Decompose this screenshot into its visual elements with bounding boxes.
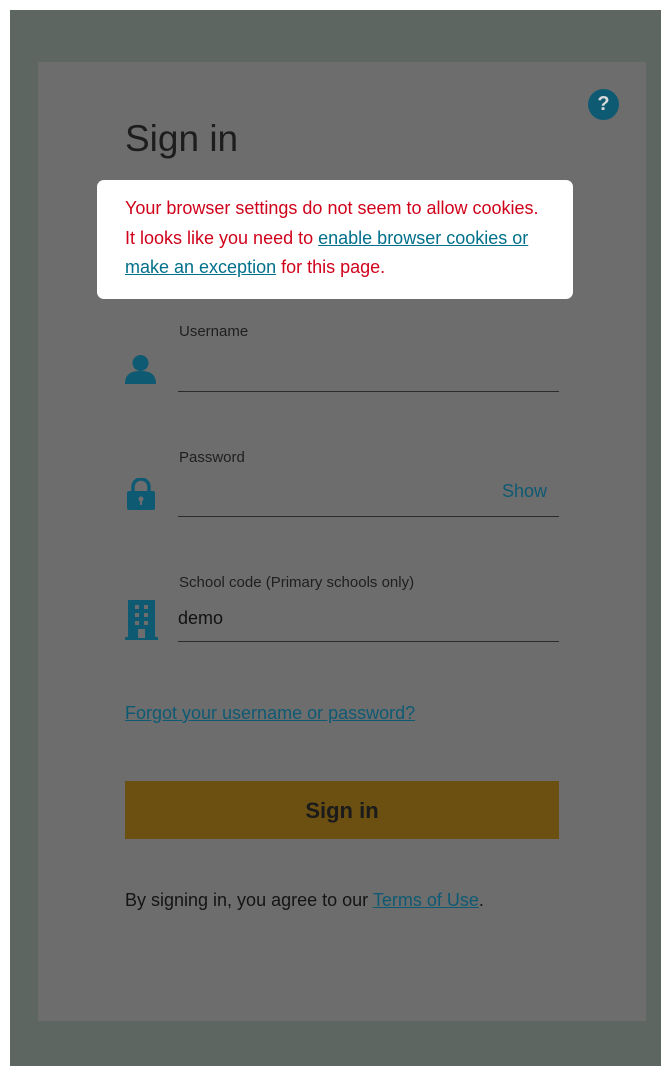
terms-notice: By signing in, you agree to our Terms of… — [125, 890, 484, 911]
terms-suffix: . — [478, 890, 484, 910]
lock-icon — [127, 478, 155, 510]
username-label: Username — [179, 323, 249, 340]
show-password-button[interactable]: Show — [502, 481, 547, 502]
user-icon — [125, 355, 156, 384]
password-underline — [178, 516, 559, 517]
school-code-underline — [178, 641, 559, 642]
school-code-input[interactable] — [178, 603, 559, 633]
password-label: Password — [179, 449, 245, 466]
username-underline — [178, 391, 559, 392]
password-input[interactable] — [178, 484, 488, 514]
terms-of-use-link[interactable]: Terms of Use — [373, 890, 479, 910]
terms-prefix: By signing in, you agree to our — [125, 890, 373, 910]
forgot-credentials-link[interactable]: Forgot your username or password? — [125, 703, 415, 724]
page-title: Sign in — [125, 118, 239, 159]
sign-in-button[interactable]: Sign in — [125, 781, 559, 839]
alert-text-after: for this page. — [276, 257, 386, 277]
username-input[interactable] — [178, 360, 559, 390]
building-icon — [125, 600, 158, 640]
cookie-warning-alert: Your browser settings do not seem to all… — [97, 180, 573, 299]
school-code-label: School code (Primary schools only) — [179, 574, 415, 591]
help-button[interactable]: ? — [588, 89, 619, 120]
